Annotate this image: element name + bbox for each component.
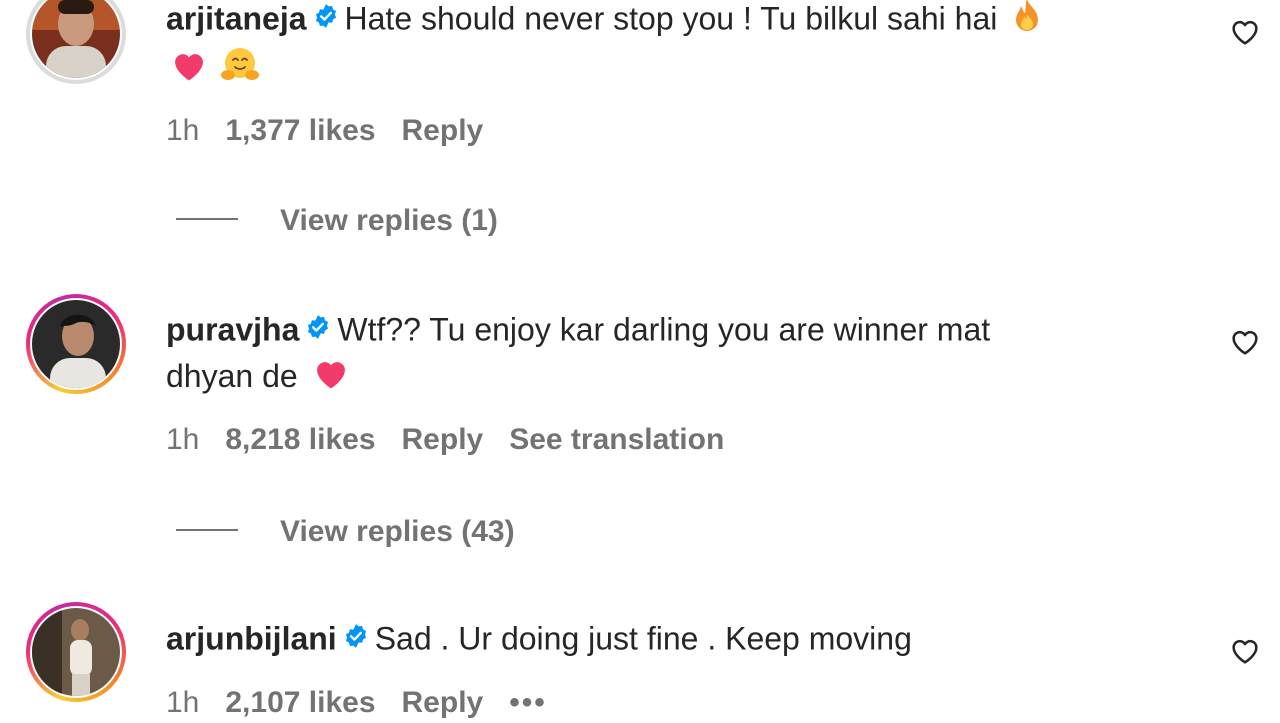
view-replies-button[interactable]: View replies (43)	[176, 512, 515, 552]
comment-body-cont: dhyan de	[166, 358, 298, 394]
like-heart-icon[interactable]	[1229, 635, 1261, 667]
comment-meta: 1h 8,218 likes Reply See translation	[166, 420, 750, 460]
hugging-face-emoji-icon	[220, 46, 260, 95]
comment-meta: 1h 2,107 likes Reply •••	[166, 683, 573, 723]
username[interactable]: puravjha	[166, 311, 299, 347]
timestamp: 1h	[166, 423, 200, 456]
avatar[interactable]	[26, 602, 126, 702]
more-options-icon[interactable]: •••	[509, 686, 547, 719]
view-replies-label: View replies (1)	[280, 204, 498, 237]
verified-badge-icon	[313, 0, 339, 42]
comment-text: arjitaneja Hate should never stop you ! T…	[166, 0, 1043, 48]
comment-body: Sad . Ur doing just fine . Keep moving	[374, 620, 912, 657]
view-replies-label: View replies (43)	[280, 515, 515, 548]
timestamp: 1h	[166, 114, 200, 147]
view-replies-button[interactable]: View replies (1)	[176, 201, 498, 241]
like-heart-icon[interactable]	[1229, 326, 1261, 358]
heart-emoji-icon	[312, 355, 350, 403]
likes-count[interactable]: 2,107 likes	[225, 686, 375, 719]
see-translation-button[interactable]: See translation	[509, 423, 724, 456]
comment-meta: 1h 1,377 likes Reply	[166, 111, 509, 151]
heart-emoji-icon	[170, 47, 208, 95]
comment-text: arjunbijlani Sad . Ur doing just fine . K…	[166, 614, 912, 668]
username[interactable]: arjitaneja	[166, 0, 307, 36]
timestamp: 1h	[166, 686, 200, 719]
reply-button[interactable]: Reply	[402, 114, 484, 147]
comment-text-line2: dhyan de	[166, 352, 350, 403]
divider-dash	[176, 529, 238, 532]
like-heart-icon[interactable]	[1229, 16, 1261, 48]
reply-button[interactable]: Reply	[402, 423, 484, 456]
avatar[interactable]	[26, 0, 126, 84]
comment-text: puravjha Wtf?? Tu enjoy kar darling you a…	[166, 305, 990, 359]
reply-button[interactable]: Reply	[402, 686, 484, 719]
likes-count[interactable]: 1,377 likes	[225, 114, 375, 147]
comment-body: Wtf?? Tu enjoy kar darling you are winne…	[337, 311, 991, 348]
fire-emoji-icon	[1011, 0, 1043, 46]
comment-text-line2	[166, 44, 260, 95]
username[interactable]: arjunbijlani	[166, 620, 337, 656]
likes-count[interactable]: 8,218 likes	[225, 423, 375, 456]
comment-body: Hate should never stop you ! Tu bilkul s…	[344, 0, 998, 37]
verified-badge-icon	[343, 614, 369, 662]
verified-badge-icon	[305, 305, 331, 353]
divider-dash	[176, 218, 238, 221]
avatar[interactable]	[26, 294, 126, 394]
